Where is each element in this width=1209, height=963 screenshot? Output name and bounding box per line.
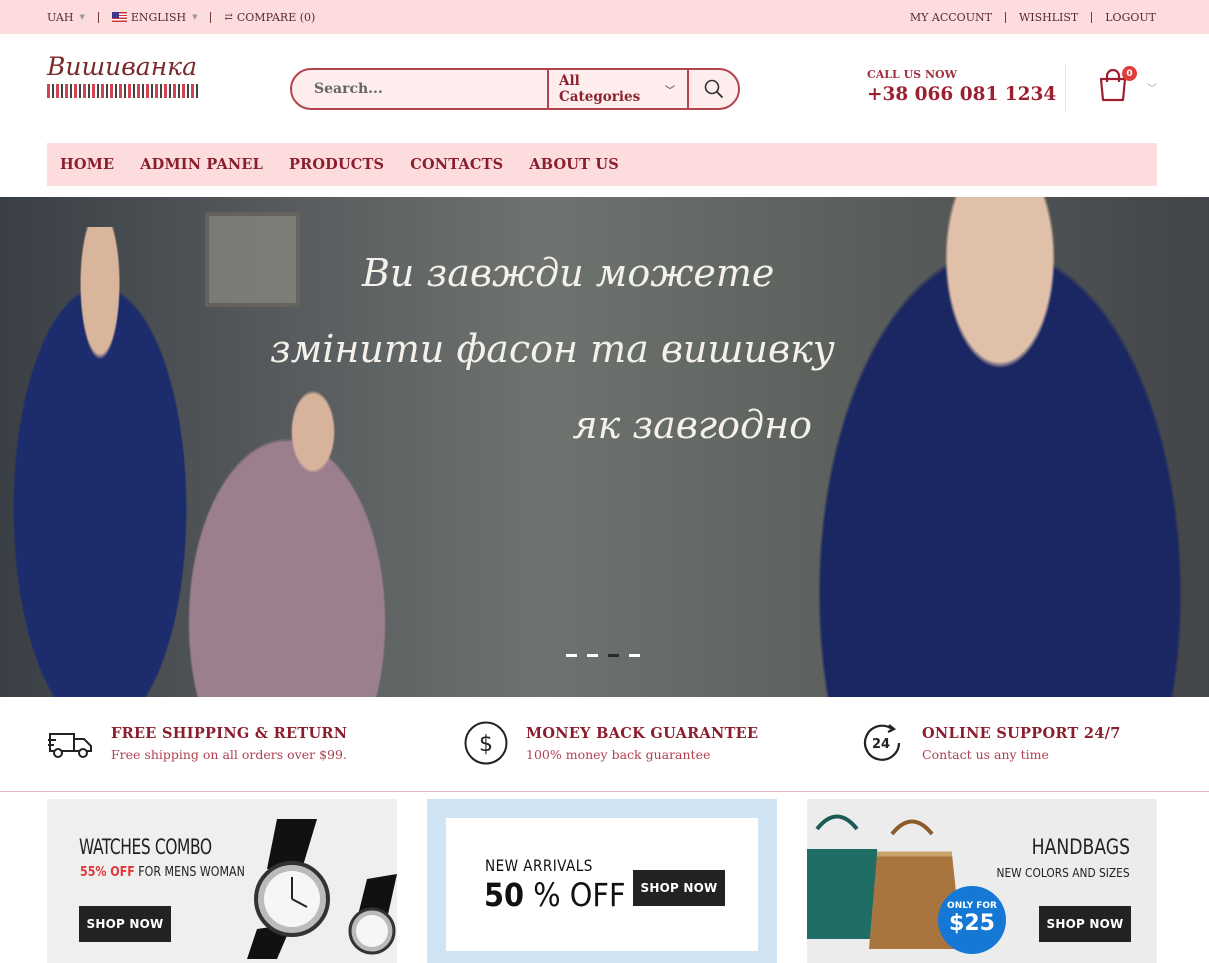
wishlist-link[interactable]: WISHLIST	[1019, 11, 1078, 24]
feature-money-back: $ MONEY BACK GUARANTEE 100% money back g…	[462, 721, 758, 765]
banner-title: HANDBAGS	[1031, 835, 1130, 859]
truck-icon	[47, 721, 95, 765]
feature-subtitle: 100% money back guarantee	[526, 747, 711, 762]
currency-selector[interactable]: UAH ▼	[47, 11, 85, 24]
banner-handbags[interactable]: HANDBAGS NEW COLORS AND SIZES ONLY FOR $…	[807, 799, 1157, 963]
phone-number[interactable]: +38 066 081 1234	[867, 84, 1056, 105]
divider	[1065, 64, 1066, 112]
banner-discount: 50 % OFF	[484, 876, 626, 914]
banner-new-arrivals[interactable]: NEW ARRIVALS 50 % OFF SHOP NOW	[427, 799, 777, 963]
banner-title: WATCHES COMBO	[79, 835, 212, 859]
features-bar: FREE SHIPPING & RETURN Free shipping on …	[0, 697, 1209, 792]
cart-count-badge: 0	[1122, 66, 1137, 81]
slider-dot-active[interactable]	[608, 654, 619, 657]
slider-dot[interactable]	[566, 654, 577, 657]
support-24-icon: 24	[858, 721, 906, 765]
currency-label: UAH	[47, 10, 74, 24]
hero-caption-line: як завгодно	[572, 403, 812, 447]
cart-chevron-down-icon[interactable]: ﹀	[1147, 80, 1157, 95]
call-us: CALL US NOW +38 066 081 1234	[867, 68, 1056, 105]
language-selector[interactable]: ENGLISH ▼	[111, 10, 198, 24]
shop-now-button[interactable]: SHOP NOW	[1039, 906, 1131, 942]
banner-subtitle: NEW COLORS AND SIZES	[996, 865, 1130, 880]
caret-down-icon: ▼	[79, 13, 85, 21]
shop-now-button[interactable]: SHOP NOW	[633, 870, 725, 906]
feature-text: FREE SHIPPING & RETURN Free shipping on …	[111, 721, 347, 765]
feature-subtitle: Free shipping on all orders over $99.	[111, 747, 347, 762]
divider	[1004, 11, 1006, 23]
top-bar: UAH ▼ ENGLISH ▼ ⇄ COMPARE (0) MY ACCOUNT…	[0, 0, 1209, 34]
feature-title: MONEY BACK GUARANTEE	[526, 725, 759, 742]
compare-icon: ⇄	[224, 11, 233, 23]
search-icon	[704, 79, 723, 99]
price-label: ONLY FOR	[947, 901, 997, 911]
hero-caption-line: змінити фасон та вишивку	[270, 327, 835, 371]
compare-link[interactable]: ⇄ COMPARE (0)	[224, 11, 315, 24]
divider	[97, 11, 99, 23]
hero-slider[interactable]: Ви завжди можете змінити фасон та вишивк…	[0, 197, 1209, 697]
banner-subtitle: 55% OFF FOR MENS WOMAN	[80, 865, 245, 880]
my-account-link[interactable]: MY ACCOUNT	[910, 11, 992, 24]
main-nav: HOME ADMIN PANEL PRODUCTS CONTACTS ABOUT…	[47, 143, 1157, 186]
compare-label: COMPARE (0)	[236, 10, 316, 24]
top-bar-right: MY ACCOUNT WISHLIST LOGOUT	[910, 0, 1156, 34]
watch-image	[247, 819, 397, 959]
feature-title: ONLINE SUPPORT 24/7	[922, 725, 1121, 742]
svg-text:$: $	[479, 732, 493, 757]
svg-text:24: 24	[872, 737, 890, 752]
search-button[interactable]	[689, 70, 738, 108]
price-badge: ONLY FOR $25	[938, 886, 1006, 954]
divider	[1091, 11, 1093, 23]
category-select[interactable]: All Categories ﹀	[547, 70, 689, 108]
top-bar-left: UAH ▼ ENGLISH ▼ ⇄ COMPARE (0)	[47, 0, 315, 34]
banner-title: NEW ARRIVALS	[485, 856, 593, 875]
price-value: $25	[949, 911, 995, 936]
dollar-icon: $	[462, 721, 510, 765]
discount-suffix: % OFF	[524, 876, 626, 914]
banner-inner: NEW ARRIVALS 50 % OFF SHOP NOW	[446, 818, 758, 951]
shop-now-button[interactable]: SHOP NOW	[79, 906, 171, 942]
feature-shipping: FREE SHIPPING & RETURN Free shipping on …	[47, 721, 347, 765]
logo-ornament	[47, 84, 199, 98]
discount-number: 50	[484, 876, 525, 914]
nav-products[interactable]: PRODUCTS	[289, 156, 384, 173]
language-label: ENGLISH	[130, 10, 187, 24]
banner-subtitle-rest: FOR MENS WOMAN	[134, 865, 245, 880]
call-us-label: CALL US NOW	[867, 68, 957, 81]
nav-contacts[interactable]: CONTACTS	[410, 156, 503, 173]
caret-down-icon: ▼	[192, 13, 198, 21]
banner-watches[interactable]: WATCHES COMBO 55% OFF FOR MENS WOMAN SHO…	[47, 799, 397, 963]
hero-caption: Ви завжди можете змінити фасон та вишивк…	[220, 235, 840, 463]
feature-text: ONLINE SUPPORT 24/7 Contact us any time	[922, 721, 1121, 765]
slider-dot[interactable]	[587, 654, 598, 657]
discount-label: 55% OFF	[80, 865, 135, 880]
hero-caption-line: Ви завжди можете	[362, 251, 775, 295]
nav-home[interactable]: HOME	[60, 156, 114, 173]
slider-dots	[566, 654, 640, 657]
search-bar: All Categories ﹀	[290, 68, 740, 110]
category-label: All Categories	[559, 73, 641, 105]
site-logo[interactable]: Вишиванка	[47, 52, 202, 102]
cart-button[interactable]: 0	[1098, 66, 1138, 104]
feature-title: FREE SHIPPING & RETURN	[111, 725, 348, 742]
divider	[210, 11, 212, 23]
feature-subtitle: Contact us any time	[922, 747, 1049, 762]
us-flag-icon	[111, 12, 127, 22]
chevron-down-icon: ﹀	[665, 85, 675, 97]
logout-link[interactable]: LOGOUT	[1105, 11, 1156, 24]
feature-support: 24 ONLINE SUPPORT 24/7 Contact us any ti…	[858, 721, 1121, 765]
feature-text: MONEY BACK GUARANTEE 100% money back gua…	[526, 721, 758, 765]
nav-admin-panel[interactable]: ADMIN PANEL	[140, 156, 263, 173]
search-input[interactable]	[292, 70, 547, 108]
slider-dot[interactable]	[629, 654, 640, 657]
nav-about-us[interactable]: ABOUT US	[529, 156, 619, 173]
logo-text: Вишиванка	[47, 52, 198, 81]
